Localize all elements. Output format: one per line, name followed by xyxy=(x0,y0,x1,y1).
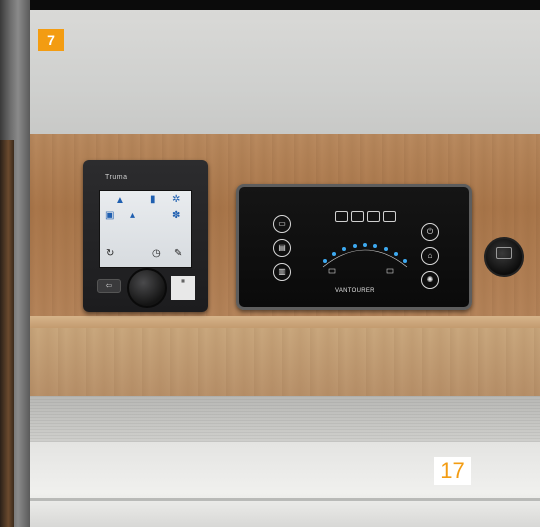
page-number-badge: 17 xyxy=(434,457,471,485)
left-door-edge xyxy=(0,140,14,527)
rotary-knob[interactable] xyxy=(127,268,167,308)
usb-socket[interactable] xyxy=(484,237,524,277)
vantourer-control-panel: ▭ ▤ ▥ ⏻ ⌂ ✺ VANTOURER xyxy=(236,184,472,310)
clock-icon: ◷ xyxy=(152,248,161,259)
vantourer-logo: VANTOURER xyxy=(335,288,375,294)
top-indicator-icon xyxy=(335,211,348,222)
truma-display-screen[interactable]: ▲ ▮ ✲ ▣ ▴ ✽ ↻ ◷ ✎ xyxy=(99,190,192,268)
snowflake-icon: ✽ xyxy=(172,210,181,221)
light-button[interactable]: ✺ xyxy=(421,271,439,289)
top-indicator-icon xyxy=(351,211,364,222)
truma-brand-label: Truma xyxy=(105,174,128,181)
water-bottle-icon: ▮ xyxy=(150,194,156,205)
section-number-badge: 7 xyxy=(38,29,64,51)
top-border xyxy=(30,0,540,10)
thermometer-icon: ▴ xyxy=(130,210,136,221)
photo-scene: 7 17 Truma ▲ ▮ ✲ ▣ ▴ ✽ ↻ ◷ ✎ ⇦ ▦ ▭ ▤ ▥ ⏻… xyxy=(0,0,540,527)
vehicle-battery-button[interactable]: ▤ xyxy=(273,239,291,257)
fan-icon: ✲ xyxy=(172,194,181,205)
battery-button[interactable]: ▭ xyxy=(273,215,291,233)
trim-line xyxy=(30,498,540,501)
wood-panel-edge xyxy=(30,316,540,328)
top-indicator-icon xyxy=(367,211,380,222)
settings-icon: ✎ xyxy=(174,248,183,259)
upper-wall xyxy=(30,10,540,140)
pump-button[interactable]: ⌂ xyxy=(421,247,439,265)
usb-port-icon xyxy=(496,247,512,259)
fabric-strip xyxy=(30,396,540,442)
lock-icon: ▣ xyxy=(105,210,115,221)
power-button[interactable]: ⏻ xyxy=(421,223,439,241)
truma-heater-control: Truma ▲ ▮ ✲ ▣ ▴ ✽ ↻ ◷ ✎ ⇦ ▦ xyxy=(83,160,208,312)
timer-icon: ↻ xyxy=(106,248,115,259)
back-button[interactable]: ⇦ xyxy=(97,279,121,293)
flame-icon: ▲ xyxy=(115,195,125,206)
top-indicator-icon xyxy=(383,211,396,222)
water-tank-button[interactable]: ▥ xyxy=(273,263,291,281)
level-gauge xyxy=(322,243,408,274)
control-sticker: ▦ xyxy=(171,276,195,300)
wood-shelf xyxy=(30,328,540,396)
